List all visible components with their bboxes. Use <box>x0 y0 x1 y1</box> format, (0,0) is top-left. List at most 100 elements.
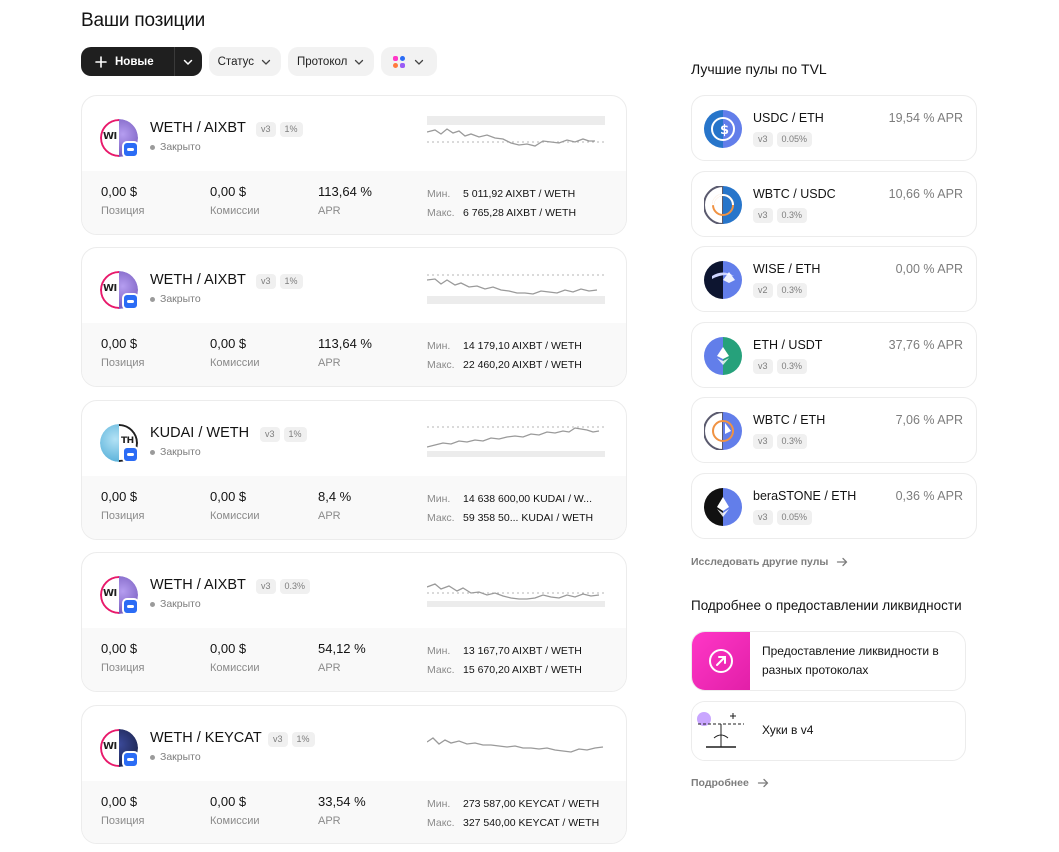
position-label: Позиция <box>101 510 145 522</box>
position-card[interactable]: WI WETH / AIXBT v3 0.3% Закрыто 0,00 $ По… <box>81 552 627 692</box>
berastone-eth-icon <box>704 488 742 526</box>
new-position-dropdown[interactable] <box>173 47 202 76</box>
pool-name: WISE / ETH <box>753 262 821 276</box>
fees-metric: 0,00 $ Комиссии <box>210 336 260 369</box>
pool-apr: 0,36 % APR <box>895 489 963 503</box>
pool-card-wise-eth[interactable]: WISE / ETH 0,00 % APR v2 0.3% <box>691 246 977 312</box>
protocol-filter-label: Протокол <box>296 55 348 68</box>
wise-eth-icon <box>704 261 742 299</box>
fees-metric: 0,00 $ Комиссии <box>210 641 260 674</box>
position-card-details: 0,00 $ Позиция 0,00 $ Комиссии 113,64 % APR… <box>82 171 626 234</box>
svg-text:$: $ <box>720 123 729 138</box>
status-badge: Закрыто <box>150 598 201 610</box>
min-price: 14 638 600,00 KUDAI / W... <box>463 493 592 505</box>
network-filter[interactable] <box>381 47 438 76</box>
status-dot-icon <box>150 601 155 607</box>
min-label: Мин. <box>427 798 451 810</box>
position-value: 0,00 $ <box>101 336 138 351</box>
fees-metric: 0,00 $ Комиссии <box>210 489 260 522</box>
pool-card-eth-usdt[interactable]: ETH / USDT 37,76 % APR v3 0.3% <box>691 322 977 388</box>
version-tag: v3 <box>753 434 773 449</box>
fees-label: Комиссии <box>210 510 260 522</box>
pair-name: KUDAI / WETH <box>150 425 250 441</box>
version-tag: v3 <box>753 359 773 374</box>
pool-card-wbtc-usdc[interactable]: WBTC / USDC 10,66 % APR v3 0.3% <box>691 171 977 237</box>
price-range-sparkline <box>427 737 604 753</box>
apr-value: 113,64 % <box>318 336 372 351</box>
apr-label: APR <box>318 205 341 217</box>
position-card-header: WI WETH / AIXBT v3 1% Закрыто <box>82 96 626 171</box>
top-pools-title: Лучшие пулы по TVL <box>691 61 827 77</box>
chain-badge-icon <box>122 446 139 463</box>
learn-more-label: Подробнее <box>691 777 749 789</box>
fees-value: 0,00 $ <box>210 641 247 656</box>
position-card[interactable]: WI WETH / AIXBT v3 1% Закрыто 0,00 $ Пози… <box>81 95 627 235</box>
plus-icon <box>95 55 107 68</box>
new-position-label: Новые <box>115 55 154 68</box>
status-dot-icon <box>150 754 155 760</box>
pool-card-berastone-eth[interactable]: beraSTONE / ETH 0,36 % APR v3 0.05% <box>691 473 977 539</box>
fees-label: Комиссии <box>210 815 260 827</box>
explore-pools-link[interactable]: Исследовать другие пулы <box>691 556 848 568</box>
learn-item-text: Хуки в v4 <box>762 723 814 737</box>
protocol-filter[interactable]: Протокол <box>287 47 375 76</box>
position-label: Позиция <box>101 205 145 217</box>
price-range: Мин. 5 011,92 AIXBT / WETH Макс. 6 765,28 … <box>427 185 576 223</box>
learn-more-link[interactable]: Подробнее <box>691 777 769 789</box>
pool-tags: v3 0.05% <box>753 510 813 525</box>
position-card-header: WI WETH / AIXBT v3 1% Закрыто <box>82 248 626 323</box>
liquidity-thumbnail <box>692 632 750 690</box>
max-label: Макс. <box>427 359 455 371</box>
version-tag: v3 <box>268 732 288 747</box>
fees-value: 0,00 $ <box>210 489 247 504</box>
arrow-right-icon <box>837 557 848 567</box>
token-pair-icon: WI <box>100 576 139 615</box>
status-dot-icon <box>150 449 155 455</box>
chain-badge-icon <box>122 751 139 768</box>
version-tag: v3 <box>256 122 276 137</box>
fee-tag: 0.3% <box>776 434 808 449</box>
pool-name: ETH / USDT <box>753 338 823 352</box>
max-price: 6 765,28 AIXBT / WETH <box>463 207 577 219</box>
version-tag: v3 <box>753 132 773 147</box>
position-value: 0,00 $ <box>101 641 138 656</box>
hooks-thumbnail <box>692 702 750 760</box>
max-label: Макс. <box>427 207 455 219</box>
token-pair-icon: TH <box>100 424 139 463</box>
fee-tag: 0.3% <box>776 283 808 298</box>
apr-metric: 54,12 % APR <box>318 641 366 674</box>
position-card-details: 0,00 $ Позиция 0,00 $ Комиссии 8,4 % APR Ми… <box>82 476 626 539</box>
position-label: Позиция <box>101 357 145 369</box>
pool-apr: 19,54 % APR <box>888 111 963 125</box>
pool-card-wbtc-eth[interactable]: WBTC / ETH 7,06 % APR v3 0.3% <box>691 397 977 463</box>
pool-card-usdc-eth[interactable]: $ USDC / ETH 19,54 % APR v3 0.05% <box>691 95 977 161</box>
position-card[interactable]: TH KUDAI / WETH v3 1% Закрыто 0,00 $ Пози… <box>81 400 627 540</box>
pool-tags: v3 0.3% <box>753 434 808 449</box>
position-card[interactable]: WI WETH / AIXBT v3 1% Закрыто 0,00 $ Пози… <box>81 247 627 387</box>
fee-tag: 1% <box>279 274 303 289</box>
fees-label: Комиссии <box>210 357 260 369</box>
pool-apr: 10,66 % APR <box>888 187 963 201</box>
fee-tag: 0.3% <box>279 579 311 594</box>
max-price: 15 670,20 AIXBT / WETH <box>463 664 582 676</box>
min-label: Мин. <box>427 188 451 200</box>
fees-value: 0,00 $ <box>210 336 247 351</box>
min-label: Мин. <box>427 493 451 505</box>
eth-usdt-icon <box>704 337 742 375</box>
status-filter[interactable]: Статус <box>208 47 281 76</box>
new-position-button[interactable]: Новые <box>81 47 202 76</box>
position-card[interactable]: WI WETH / KEYCAT v3 1% Закрыто 0,00 $ Поз… <box>81 705 627 844</box>
position-value: 0,00 $ <box>101 184 138 199</box>
price-range: Мин. 14 179,10 AIXBT / WETH Макс. 22 460,2… <box>427 337 582 375</box>
learn-card-hooks[interactable]: Хуки в v4 <box>691 701 966 761</box>
max-price: 327 540,00 KEYCAT / WETH <box>463 817 600 829</box>
learn-card-liquidity[interactable]: Предоставление ликвидности в разных прот… <box>691 631 966 691</box>
version-tag: v3 <box>753 510 773 525</box>
price-range-sparkline <box>427 116 605 147</box>
status-dot-icon <box>150 296 155 302</box>
pool-apr: 37,76 % APR <box>888 338 963 352</box>
arrow-right-icon <box>757 778 769 788</box>
apr-metric: 33,54 % APR <box>318 794 366 827</box>
fee-tag: 0.05% <box>776 132 813 147</box>
fees-value: 0,00 $ <box>210 794 247 809</box>
